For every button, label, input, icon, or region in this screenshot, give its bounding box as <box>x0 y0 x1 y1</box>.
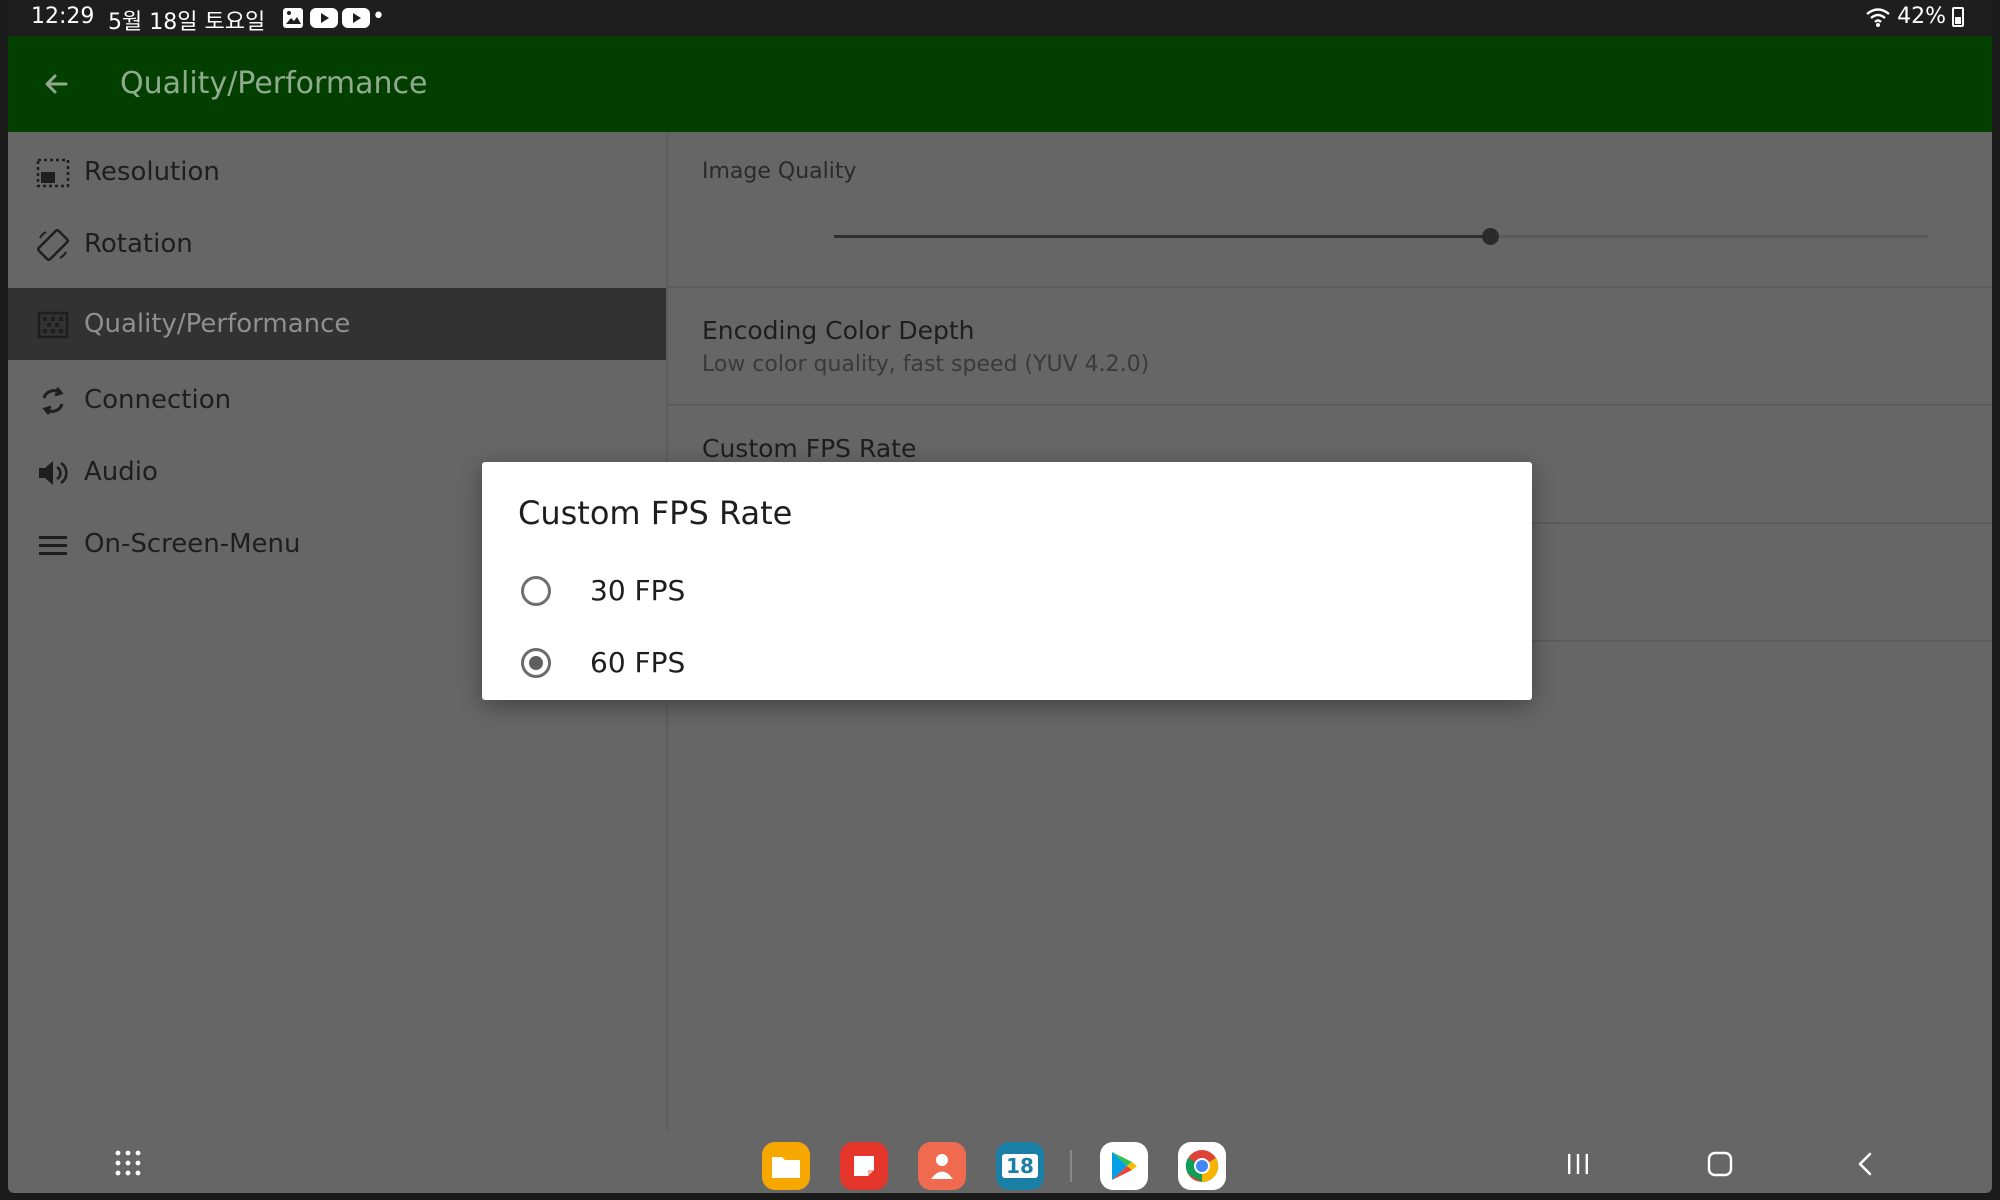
person-icon <box>931 1154 953 1179</box>
battery-icon <box>1952 6 1964 27</box>
audio-icon <box>39 461 68 485</box>
dock-separator <box>1070 1150 1072 1182</box>
quality-icon <box>37 311 69 339</box>
youtube-notification-icon <box>310 8 338 28</box>
option-label: 30 FPS <box>590 574 686 607</box>
option-label: 60 FPS <box>590 646 686 679</box>
pref-divider <box>668 286 1992 288</box>
home-icon[interactable] <box>1706 1150 1734 1178</box>
sidebar-item-quality-performance[interactable]: Quality/Performance <box>8 288 666 360</box>
pref-divider <box>668 404 1992 406</box>
note-icon <box>854 1156 874 1176</box>
status-more-dot: • <box>372 4 385 29</box>
sidebar-item-resolution[interactable]: Resolution <box>8 136 666 208</box>
image-quality-slider[interactable] <box>834 228 1928 245</box>
fps-option-30[interactable]: 30 FPS <box>482 558 1532 628</box>
recent-apps-icon[interactable] <box>1564 1150 1592 1178</box>
files-app-icon[interactable] <box>762 1142 810 1190</box>
sidebar-item-rotation[interactable]: Rotation <box>8 208 666 280</box>
notes-app-icon[interactable] <box>840 1142 888 1190</box>
play-store-app-icon[interactable] <box>1100 1142 1148 1190</box>
play-store-icon <box>1112 1152 1137 1180</box>
back-arrow-icon[interactable] <box>40 68 72 100</box>
app-bar: Quality/Performance <box>8 36 1992 132</box>
fps-option-60[interactable]: 60 FPS <box>482 630 1532 700</box>
status-bar: 12:29 5월 18일 토요일 • 42% <box>8 0 1992 36</box>
sidebar-item-label: On-Screen-Menu <box>84 529 301 559</box>
chrome-icon <box>1185 1150 1219 1183</box>
calendar-app-icon[interactable]: 18 <box>996 1142 1044 1190</box>
wifi-icon <box>1866 7 1890 27</box>
slider-fill <box>834 235 1490 238</box>
dialog-title: Custom FPS Rate <box>518 494 793 532</box>
sidebar-item-label: Audio <box>84 457 158 487</box>
encoding-color-depth-summary: Low color quality, fast speed (YUV 4.2.0… <box>702 352 1150 377</box>
sidebar-item-label: Quality/Performance <box>84 309 351 339</box>
status-time: 12:29 <box>31 4 95 29</box>
sidebar-item-label: Rotation <box>84 229 193 259</box>
youtube-notification-icon-2 <box>342 8 370 28</box>
encoding-color-depth-title: Encoding Color Depth <box>702 316 975 345</box>
rotation-icon <box>37 229 69 261</box>
status-date: 5월 18일 토요일 <box>108 10 266 35</box>
fps-dialog: Custom FPS Rate 30 FPS 60 FPS <box>482 462 1532 700</box>
resolution-icon <box>36 158 70 188</box>
apps-grid-icon[interactable] <box>114 1149 142 1177</box>
image-quality-title: Image Quality <box>702 159 857 184</box>
contacts-app-icon[interactable] <box>918 1142 966 1190</box>
radio-button[interactable] <box>521 648 551 678</box>
sidebar-item-label: Connection <box>84 385 232 415</box>
nav-back-icon[interactable] <box>1852 1150 1880 1178</box>
calendar-day: 18 <box>1002 1154 1038 1178</box>
connection-icon <box>42 387 64 415</box>
slider-thumb[interactable] <box>1482 228 1499 245</box>
menu-icon <box>39 536 67 555</box>
taskbar: 18 <box>8 1130 1992 1193</box>
battery-percent: 42% <box>1897 4 1946 29</box>
sidebar-item-connection[interactable]: Connection <box>8 364 666 436</box>
sidebar-item-label: Resolution <box>84 157 220 187</box>
device-screen: 12:29 5월 18일 토요일 • 42% Quality/Performan… <box>8 0 1992 1193</box>
page-title: Quality/Performance <box>120 66 428 101</box>
folder-icon <box>772 1157 800 1178</box>
chrome-app-icon[interactable] <box>1178 1142 1226 1190</box>
custom-fps-title: Custom FPS Rate <box>702 434 917 463</box>
gallery-notification-icon <box>283 8 303 28</box>
radio-button[interactable] <box>521 576 551 606</box>
status-right: 42% <box>1865 4 1964 29</box>
